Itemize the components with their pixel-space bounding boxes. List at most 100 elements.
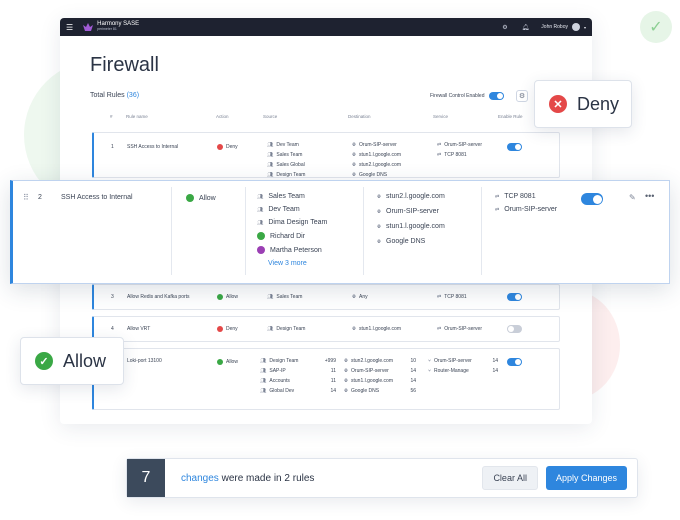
- member-count: 14: [410, 378, 416, 384]
- notification-bell-icon[interactable]: 🔔︎: [522, 24, 530, 31]
- member-count: 56: [410, 388, 416, 394]
- column-header-action: Action: [216, 114, 229, 119]
- rule-name: Allow VRT: [127, 326, 151, 332]
- changes-bar: 7 changes were made in 2 rules Clear All…: [126, 458, 638, 498]
- source-name: Dima Design Team: [268, 219, 328, 226]
- member-count: 11: [330, 378, 336, 384]
- source-list: 👥︎ Design Team +999 👥︎ SAP-IP 11 👥︎ Accounts 1…: [260, 358, 336, 394]
- destination-name: Google DNS: [351, 388, 380, 394]
- list-item: 🌐︎ stun2.l.google.com: [377, 193, 445, 200]
- action-label: Allow: [226, 294, 238, 300]
- enable-rule-toggle[interactable]: [581, 193, 603, 205]
- table-row-expanded[interactable]: ⠿ 2 SSH Access to Internal Allow 👥︎ Sales…: [10, 180, 670, 284]
- settings-icon[interactable]: ⚙: [502, 24, 507, 31]
- service-name: TCP 8081: [444, 294, 467, 300]
- source-cell: 👥︎ Design Team: [267, 326, 305, 332]
- user-group-icon: 👥︎: [260, 388, 267, 394]
- more-options-icon[interactable]: •••: [645, 191, 654, 201]
- view-more-link[interactable]: View 3 more: [257, 260, 327, 267]
- destination-list: 🌐︎ stun2.l.google.com 🌐︎ Orum-SIP-server 🌐…: [377, 193, 445, 245]
- list-item: 👥︎ Sales Team: [257, 193, 327, 200]
- destination-name: stun1.l.google.com: [359, 152, 401, 158]
- column-header-destination: Destination: [348, 114, 371, 119]
- enable-rule-toggle[interactable]: [507, 143, 522, 151]
- hamburger-menu-icon[interactable]: ☰: [66, 23, 73, 32]
- member-count: +999: [324, 358, 336, 364]
- enable-rule-toggle[interactable]: [507, 358, 522, 366]
- list-item: 👥︎ Dev Team: [267, 142, 305, 148]
- column-header-rule-name: Rule name: [126, 114, 148, 119]
- edit-icon[interactable]: ✎: [629, 193, 636, 202]
- action-label: Allow: [226, 359, 238, 365]
- service-icon: ⇄: [437, 294, 442, 300]
- list-item: ⑂ Orum-SIP-server 14: [428, 358, 498, 364]
- source-name: Design Team: [276, 172, 306, 178]
- avatar: [571, 23, 580, 31]
- changes-count: 7: [127, 459, 165, 497]
- user-menu[interactable]: John Roboy ▾: [541, 23, 586, 31]
- service-name: Orum-SIP-server: [444, 326, 482, 332]
- apply-changes-button[interactable]: Apply Changes: [545, 466, 627, 490]
- table-row[interactable]: Loki-port 13100 Allow 👥︎ Design Team +999 …: [92, 348, 560, 410]
- enable-rule-toggle[interactable]: [507, 325, 522, 333]
- table-row[interactable]: 1 SSH Access to Internal Deny 👥︎ Dev Team…: [92, 132, 560, 178]
- clear-all-button[interactable]: Clear All: [482, 466, 538, 490]
- list-item: 👥︎ Design Team: [267, 172, 305, 178]
- destination-name: stun1.l.google.com: [351, 378, 393, 384]
- changes-link[interactable]: changes: [181, 473, 219, 484]
- allow-callout: ✓ Allow: [20, 337, 124, 385]
- source-name: Global Dev: [269, 388, 295, 394]
- divider: [481, 187, 482, 275]
- action-cell: Deny: [217, 144, 238, 150]
- allow-icon: [217, 359, 223, 365]
- table-settings-button[interactable]: ⚙: [516, 90, 528, 102]
- action-label: Deny: [226, 326, 238, 332]
- list-item: ⇄ TCP 8081: [495, 193, 557, 200]
- globe-icon: 🌐︎: [352, 172, 357, 178]
- member-count: 14: [492, 358, 498, 364]
- list-item: 🌐︎ Google DNS 56: [344, 388, 416, 394]
- service-list: ⇄ TCP 8081 ⇄ Orum-SIP-server: [495, 193, 557, 213]
- rule-number: 4: [111, 326, 114, 332]
- chevron-down-icon: ▾: [583, 24, 586, 30]
- column-header-enable: Enable Rule: [498, 114, 523, 119]
- enable-rule-toggle[interactable]: [507, 293, 522, 301]
- table-row[interactable]: 3 Allow Redis and Kafka ports Allow 👥︎ Sa…: [92, 284, 560, 310]
- globe-icon: 🌐︎: [377, 238, 382, 245]
- list-item: 👥︎ SAP-IP 11: [260, 368, 336, 374]
- action-cell: Allow: [186, 194, 216, 202]
- changes-message: changes were made in 2 rules: [181, 473, 482, 484]
- list-item: 👥︎ Sales Global: [267, 162, 305, 168]
- table-row[interactable]: 4 Allow VRT Deny 👥︎ Design Team 🌐︎ stun1.l…: [92, 316, 560, 342]
- service-name: Orum-SIP-server: [444, 142, 482, 148]
- deny-icon: [217, 326, 223, 332]
- member-count: 11: [330, 368, 336, 374]
- source-name: Sales Team: [276, 294, 303, 300]
- destination-name: Google DNS: [386, 238, 426, 245]
- column-header-service: Service: [433, 114, 449, 119]
- source-name: SAP-IP: [269, 368, 286, 374]
- list-item: ⇄ Orum-SIP-server: [495, 206, 557, 213]
- firewall-control-toggle[interactable]: [489, 92, 505, 100]
- list-item: 👥︎ Accounts 11: [260, 378, 336, 384]
- globe-icon: 🌐︎: [352, 152, 357, 158]
- source-name: Sales Team: [268, 193, 305, 200]
- user-group-icon: 👥︎: [260, 368, 267, 374]
- destination-name: stun1.l.google.com: [386, 223, 445, 230]
- user-avatar: [257, 246, 265, 254]
- list-item: ⑂ Router-Manage 14: [428, 368, 498, 374]
- brand-subtitle: perimeter 81: [97, 27, 117, 31]
- allow-check-icon: ✓: [35, 352, 53, 370]
- list-item: 🌐︎ stun1.l.google.com: [352, 152, 401, 158]
- source-name: Dev Team: [276, 142, 299, 148]
- brand-logo-icon: [83, 22, 94, 31]
- deny-icon: [217, 144, 223, 150]
- total-rules: Total Rules (36): [90, 92, 139, 99]
- drag-handle-icon[interactable]: ⠿: [23, 193, 29, 202]
- deny-callout-label: Deny: [577, 93, 620, 114]
- user-avatar: [257, 232, 265, 240]
- list-item: 👥︎ Design Team +999: [260, 358, 336, 364]
- list-item: 👥︎ Global Dev 14: [260, 388, 336, 394]
- view-more-label: View 3 more: [268, 260, 307, 267]
- list-item: 🌐︎ Google DNS: [352, 172, 401, 178]
